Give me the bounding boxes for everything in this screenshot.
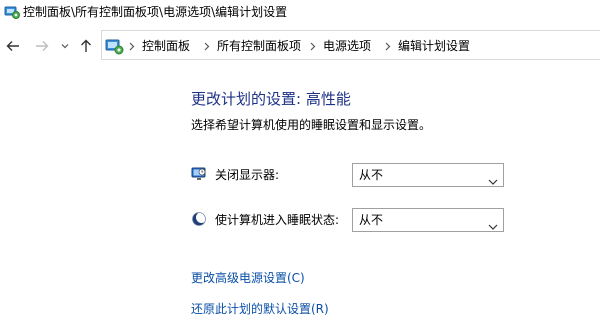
window-title: 控制面板\所有控制面板项\电源选项\编辑计划设置: [23, 5, 288, 19]
monitor-icon: [191, 166, 207, 182]
control-panel-icon: [4, 4, 20, 20]
turn-off-display-label: 关闭显示器:: [215, 168, 280, 182]
page-title: 更改计划的设置: 高性能: [191, 90, 351, 108]
turn-off-display-select[interactable]: 从不: [352, 163, 504, 187]
restore-defaults-link[interactable]: 还原此计划的默认设置(R): [191, 301, 329, 317]
navigation-bar: 控制面板 所有控制面板项 电源选项 编辑计划设置: [0, 29, 600, 63]
chevron-right-icon[interactable]: [308, 39, 318, 53]
address-bar[interactable]: 控制面板 所有控制面板项 电源选项 编辑计划设置: [101, 30, 600, 60]
sleep-value: 从不: [359, 213, 384, 227]
moon-sleep-icon: [191, 211, 207, 227]
sleep-select[interactable]: 从不: [352, 208, 504, 232]
chevron-down-icon[interactable]: [59, 37, 71, 55]
breadcrumb-edit-plan[interactable]: 编辑计划设置: [398, 38, 470, 54]
sleep-label: 使计算机进入睡眠状态:: [215, 213, 340, 227]
forward-arrow-icon[interactable]: [34, 37, 50, 55]
title-bar: 控制面板\所有控制面板项\电源选项\编辑计划设置: [0, 0, 600, 25]
breadcrumb-all-items[interactable]: 所有控制面板项: [217, 38, 301, 54]
breadcrumb-power-options[interactable]: 电源选项: [323, 38, 371, 54]
chevron-down-icon: [488, 171, 498, 185]
up-arrow-icon[interactable]: [78, 37, 94, 55]
turn-off-display-value: 从不: [359, 168, 384, 182]
control-panel-icon: [104, 36, 124, 56]
chevron-right-icon[interactable]: [383, 39, 393, 53]
advanced-power-settings-link[interactable]: 更改高级电源设置(C): [191, 270, 305, 286]
breadcrumb-control-panel[interactable]: 控制面板: [142, 38, 190, 54]
back-arrow-icon[interactable]: [5, 37, 21, 55]
chevron-right-icon[interactable]: [202, 39, 212, 53]
chevron-right-icon[interactable]: [127, 39, 137, 53]
chevron-down-icon: [488, 216, 498, 230]
page-description: 选择希望计算机使用的睡眠设置和显示设置。: [191, 118, 432, 132]
